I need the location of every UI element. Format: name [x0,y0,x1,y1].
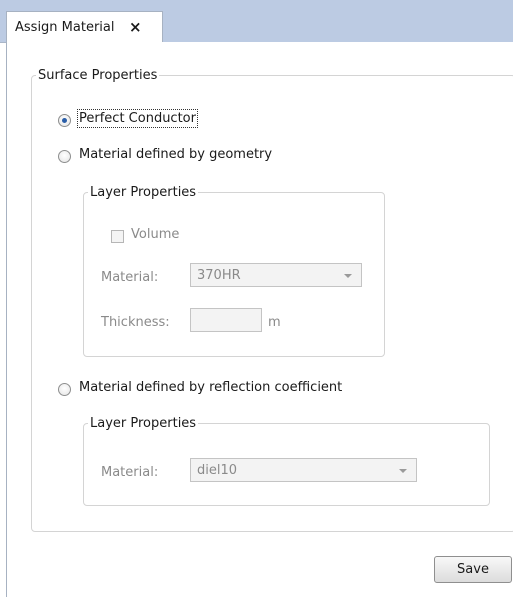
reflection-material-value: diel10 [197,463,238,478]
thickness-unit: m [268,315,281,330]
material-by-reflection-label[interactable]: Material defined by reflection coefficie… [79,380,342,395]
perfect-conductor-label[interactable]: Perfect Conductor [77,109,198,128]
chevron-down-icon [399,469,407,473]
tab-label: Assign Material [15,20,115,35]
tab-assign-material[interactable]: Assign Material × [6,11,163,43]
material-label: Material: [101,270,159,285]
material-select-value: 370HR [197,268,241,283]
material-select[interactable]: 370HR [190,263,362,287]
tab-strip: Assign Material × [0,0,513,43]
volume-checkbox[interactable] [111,230,124,243]
assign-material-panel: Surface Properties Perfect Conductor Mat… [6,42,513,597]
volume-label: Volume [131,227,180,242]
reflection-material-select[interactable]: diel10 [190,458,417,482]
surface-properties-legend: Surface Properties [38,68,158,83]
layer-properties-legend: Layer Properties [90,185,197,200]
material-by-geometry-label[interactable]: Material defined by geometry [79,147,272,162]
thickness-input[interactable] [190,308,262,332]
perfect-conductor-radio[interactable] [58,114,71,127]
layer-properties-legend-2: Layer Properties [90,416,197,431]
material-by-reflection-radio[interactable] [58,383,71,396]
chevron-down-icon [344,274,352,278]
material-by-geometry-radio[interactable] [58,150,71,163]
thickness-label: Thickness: [101,315,170,330]
save-button[interactable]: Save [434,556,512,583]
close-icon[interactable]: × [129,18,142,36]
reflection-material-label: Material: [101,465,159,480]
